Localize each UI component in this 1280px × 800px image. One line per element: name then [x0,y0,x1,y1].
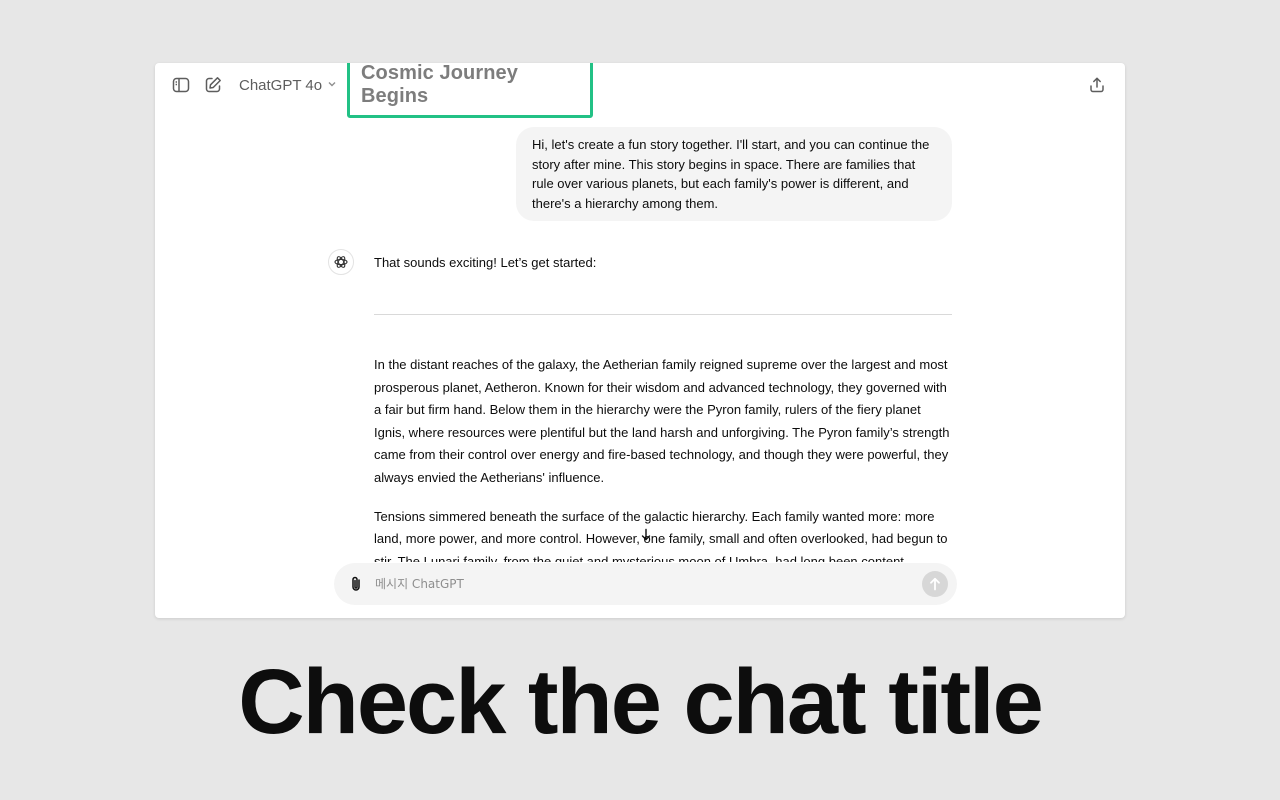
chat-title[interactable]: Cosmic Journey Begins [361,63,590,108]
model-selector[interactable]: ChatGPT 4o [239,75,337,95]
chat-title-highlight: Cosmic Journey Begins [347,63,593,118]
chat-window: ChatGPT 4o Cosmic Journey Begins Hi, let… [155,63,1125,618]
scroll-down-arrow-icon[interactable] [636,525,656,545]
sidebar-toggle-icon[interactable] [171,75,191,95]
paperclip-icon[interactable] [346,574,366,594]
assistant-story: In the distant reaches of the galaxy, th… [374,354,954,562]
share-icon[interactable] [1087,75,1107,95]
message-composer [334,563,957,605]
assistant-intro: That sounds exciting! Let’s get started: [374,255,597,270]
assistant-avatar-icon [328,249,354,275]
new-chat-icon[interactable] [203,75,223,95]
story-paragraph: Tensions simmered beneath the surface of… [374,508,948,562]
model-label: ChatGPT 4o [239,76,323,94]
send-button[interactable] [922,571,948,597]
caption-heading: Check the chat title [238,651,1044,753]
story-paragraph: In the distant reaches of the galaxy, th… [374,357,950,485]
message-input[interactable] [375,573,875,595]
divider [374,314,952,315]
chevron-down-icon [327,79,337,92]
user-message: Hi, let's create a fun story together. I… [516,127,952,221]
